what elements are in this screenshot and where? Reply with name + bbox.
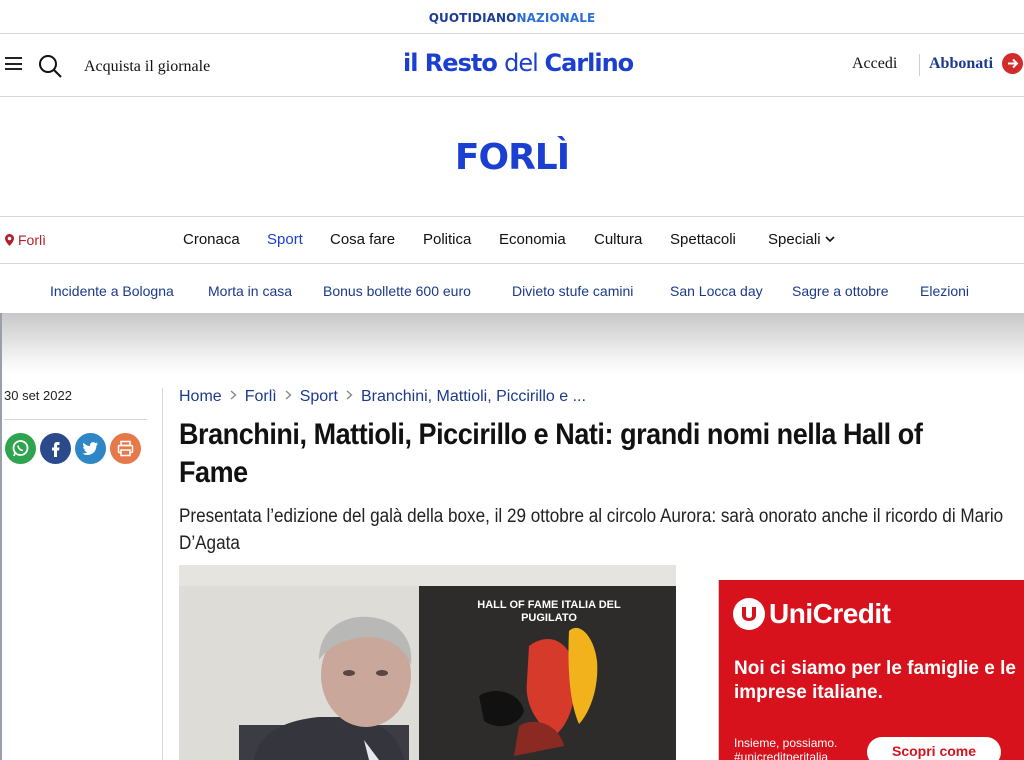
person-photo <box>179 586 419 760</box>
location-link[interactable]: Forlì <box>5 232 46 248</box>
network-logo-part1: QUOTIDIANO <box>428 11 517 25</box>
buy-newspaper-link[interactable]: Acquista il giornale <box>84 58 210 76</box>
print-icon <box>117 440 134 457</box>
subscribe-link[interactable]: Abbonati <box>929 55 993 73</box>
arrow-right-icon[interactable] <box>1002 53 1023 74</box>
breadcrumb-home[interactable]: Home <box>179 388 222 405</box>
facebook-share-button[interactable] <box>40 433 71 464</box>
twitter-icon <box>82 442 98 455</box>
breadcrumb-current[interactable]: Branchini, Mattioli, Piccirillo e ... <box>361 388 586 405</box>
facebook-icon <box>52 442 60 457</box>
brand-logo-part3: Carlino <box>544 49 634 77</box>
nav-item-economia[interactable]: Economia <box>499 231 566 248</box>
nav-item-cultura[interactable]: Cultura <box>594 231 642 248</box>
trending-item[interactable]: Bonus bollette 600 euro <box>323 283 471 299</box>
nav-item-cronaca[interactable]: Cronaca <box>183 231 240 248</box>
site-header: Acquista il giornale il Resto del Carlin… <box>0 34 1024 97</box>
trending-item[interactable]: Sagre a ottobre <box>792 283 889 299</box>
breadcrumb: Home Forlì Sport Branchini, Mattioli, Picci… <box>179 388 586 406</box>
twitter-share-button[interactable] <box>75 433 106 464</box>
boxing-gloves-illustration <box>479 627 598 756</box>
article-hero-image[interactable]: HALL OF FAME ITALIA DEL PUGILATO <box>179 565 676 760</box>
whatsapp-share-button[interactable] <box>5 433 36 464</box>
article-date: 30 set 2022 <box>4 388 72 403</box>
brand-logo-part1: il Resto <box>403 49 505 77</box>
unicredit-logo-icon <box>733 598 765 630</box>
breadcrumb-sport[interactable]: Sport <box>300 388 338 405</box>
brand-logo-part2: del <box>504 49 545 77</box>
ad-cta-button[interactable]: Scopri come <box>867 737 1001 760</box>
nav-item-speciali[interactable]: Speciali <box>768 231 835 248</box>
search-icon[interactable] <box>37 53 63 79</box>
rail-divider <box>4 419 147 420</box>
chevron-down-icon <box>825 236 835 243</box>
nav-item-cosa-fare[interactable]: Cosa fare <box>330 231 395 248</box>
column-divider <box>162 388 163 760</box>
section-header: FORLÌ <box>0 97 1024 217</box>
breadcrumb-forli[interactable]: Forlì <box>245 388 277 405</box>
trending-item[interactable]: Elezioni <box>920 283 969 299</box>
trending-item[interactable]: San Locca day <box>670 283 763 299</box>
section-title[interactable]: FORLÌ <box>0 137 1024 178</box>
unicredit-ad[interactable]: UniCredit Noi ci siamo per le famiglie e… <box>718 580 1024 760</box>
page-edge <box>0 313 2 760</box>
nav-item-spettacoli[interactable]: Spettacoli <box>670 231 736 248</box>
trending-item[interactable]: Incidente a Bologna <box>50 283 174 299</box>
header-divider <box>919 54 920 76</box>
trending-bar: Incidente a Bologna Morta in casa Bonus … <box>0 265 1024 313</box>
chevron-right-icon <box>346 390 353 400</box>
map-pin-icon <box>5 234 14 246</box>
login-link[interactable]: Accedi <box>852 55 897 73</box>
print-share-button[interactable] <box>110 433 141 464</box>
chevron-right-icon <box>285 390 292 400</box>
article-headline: Branchini, Mattioli, Piccirillo e Nati: … <box>179 418 923 489</box>
nav-item-sport[interactable]: Sport <box>267 231 303 248</box>
main-nav: Forlì Cronaca Sport Cosa fare Politica E… <box>0 218 1024 264</box>
brand-logo[interactable]: il Resto del Carlino <box>403 49 634 77</box>
network-bar: QUOTIDIANONAZIONALE <box>0 0 1024 34</box>
network-logo-part2: NAZIONALE <box>516 11 596 25</box>
chevron-right-icon <box>230 390 237 400</box>
article-subtitle: Presentata l’edizione del galà della box… <box>179 506 1004 554</box>
ad-placeholder-band <box>0 313 1024 375</box>
whatsapp-icon <box>12 440 29 457</box>
location-label: Forlì <box>18 232 46 248</box>
ad-small-text: Insieme, possiamo. #unicreditperitalia <box>734 736 838 760</box>
ad-headline: Noi ci siamo per le famiglie e le impres… <box>734 658 1016 703</box>
ad-brand: UniCredit <box>769 598 891 629</box>
network-logo[interactable]: QUOTIDIANONAZIONALE <box>0 11 1024 25</box>
nav-item-politica[interactable]: Politica <box>423 231 471 248</box>
trending-item[interactable]: Divieto stufe camini <box>512 283 633 299</box>
menu-icon[interactable] <box>5 57 22 70</box>
nav-item-speciali-label: Speciali <box>768 231 821 248</box>
trending-item[interactable]: Morta in casa <box>208 283 292 299</box>
